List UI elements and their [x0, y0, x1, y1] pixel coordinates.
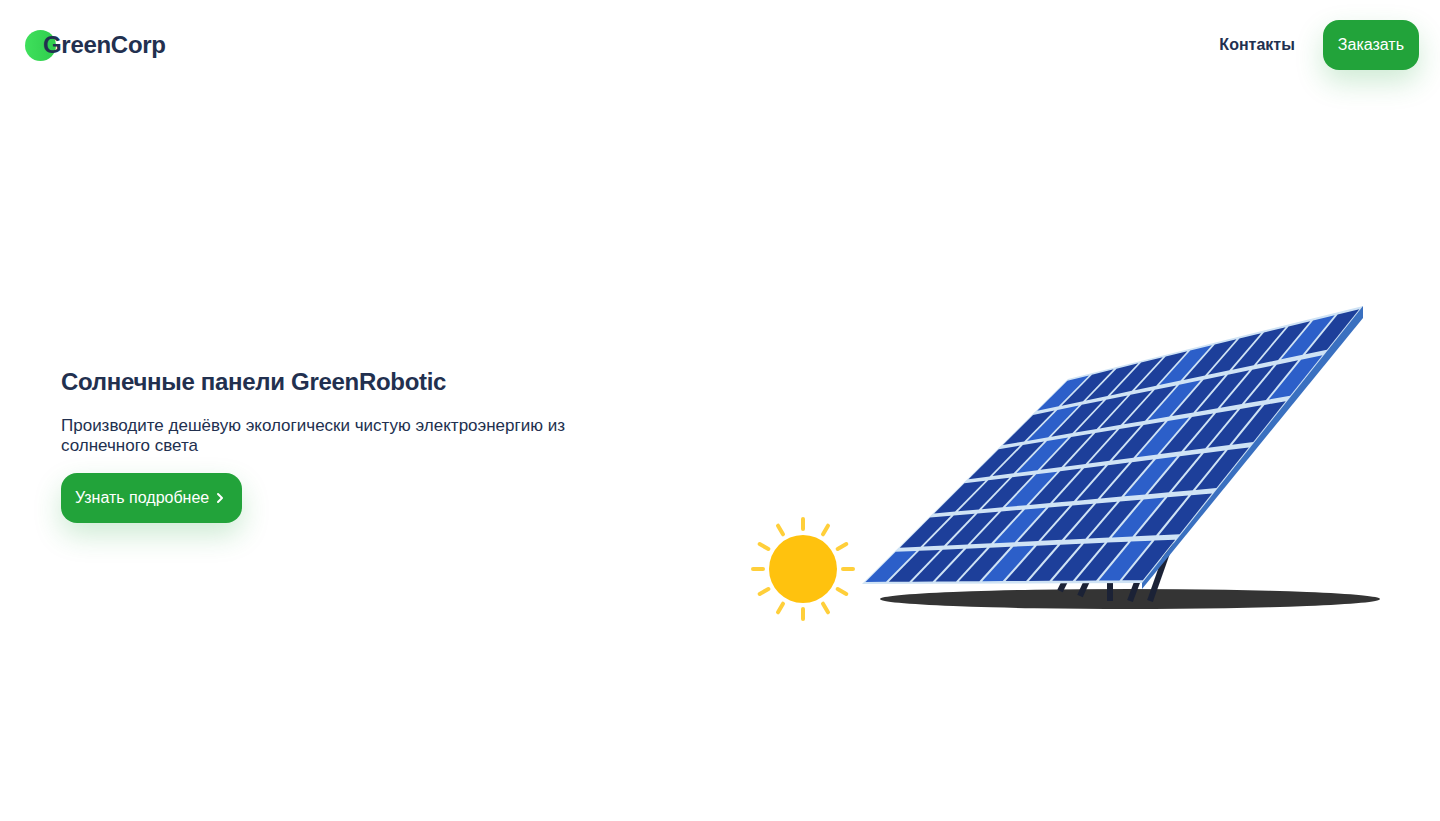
- learn-more-button[interactable]: Узнать подробнее: [61, 473, 242, 523]
- sun-icon: [753, 519, 853, 619]
- hero: Солнечные панели GreenRobotic Производите…: [0, 90, 1440, 821]
- order-button[interactable]: Заказать: [1323, 20, 1419, 70]
- solar-panel-illustration: [750, 301, 1380, 631]
- logo[interactable]: GreenCorp: [25, 30, 166, 61]
- logo-text: GreenCorp: [43, 31, 166, 59]
- landing-page: GreenCorp Контакты Заказать Солнечные панел…: [0, 0, 1440, 821]
- chevron-right-icon: [212, 490, 228, 506]
- hero-title: Солнечные панели GreenRobotic: [61, 368, 446, 396]
- nav-link[interactable]: Контакты: [1219, 36, 1294, 54]
- nav: Контакты Заказать: [1219, 20, 1419, 70]
- hero-subtitle: Производите дешёвую экологически чистую …: [61, 416, 601, 456]
- header: GreenCorp Контакты Заказать: [0, 0, 1440, 90]
- hero-text: Солнечные панели GreenRobotic Производите…: [61, 328, 621, 523]
